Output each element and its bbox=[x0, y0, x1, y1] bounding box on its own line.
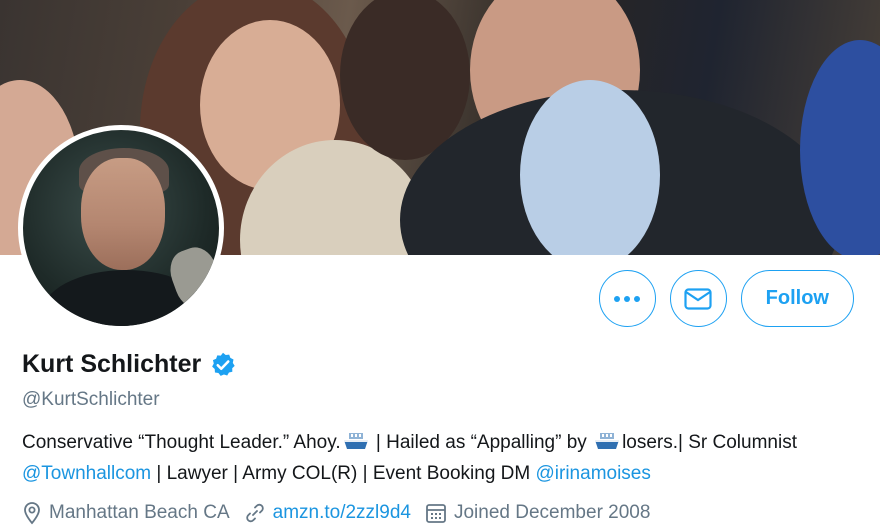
more-dots-icon bbox=[614, 295, 641, 302]
bio-segment: | Lawyer | Army COL(R) | Event Booking D… bbox=[151, 463, 536, 484]
location-pin-icon bbox=[24, 502, 40, 525]
ship-emoji-icon bbox=[595, 433, 620, 449]
profile-actions: Follow bbox=[598, 270, 854, 327]
banner-photo-shape bbox=[520, 80, 660, 255]
joined-text: Joined December 2008 bbox=[453, 502, 651, 523]
envelope-icon bbox=[684, 287, 712, 310]
follow-button[interactable]: Follow bbox=[740, 270, 854, 327]
ship-emoji-icon bbox=[343, 433, 368, 449]
profile-avatar[interactable] bbox=[18, 125, 224, 331]
profile-url-link[interactable]: amzn.to/2zzl9d4 bbox=[273, 502, 411, 524]
location-text: Manhattan Beach CA bbox=[49, 502, 230, 523]
irinamoises-mention-link[interactable]: @irinamoises bbox=[536, 463, 651, 484]
calendar-icon bbox=[426, 504, 446, 523]
profile-meta: Manhattan Beach CA amzn.to/2zzl9d4 Joine… bbox=[22, 501, 860, 525]
display-name: Kurt Schlichter bbox=[22, 350, 202, 378]
bio-segment: Conservative “Thought Leader.” Ahoy. bbox=[22, 432, 341, 453]
url-item: amzn.to/2zzl9d4 bbox=[244, 502, 411, 524]
townhall-mention-link[interactable]: @Townhallcom bbox=[22, 463, 151, 484]
profile-info: Kurt Schlichter @KurtSchlichter Conserva… bbox=[22, 350, 860, 525]
link-icon bbox=[245, 503, 264, 523]
follow-label: Follow bbox=[765, 287, 829, 309]
name-row: Kurt Schlichter bbox=[22, 350, 860, 379]
more-button[interactable] bbox=[598, 270, 656, 327]
bio-segment: losers.| Sr Columnist bbox=[622, 432, 797, 453]
bio-segment: | Hailed as “Appalling” by bbox=[370, 432, 593, 453]
joined-item: Joined December 2008 bbox=[425, 502, 650, 524]
verified-badge-icon bbox=[212, 352, 235, 376]
user-handle: @KurtSchlichter bbox=[22, 389, 160, 410]
message-button[interactable] bbox=[669, 270, 727, 327]
avatar-face bbox=[81, 158, 165, 270]
bio-text: Conservative “Thought Leader.” Ahoy. | H… bbox=[22, 427, 860, 489]
location-item: Manhattan Beach CA bbox=[22, 501, 230, 525]
